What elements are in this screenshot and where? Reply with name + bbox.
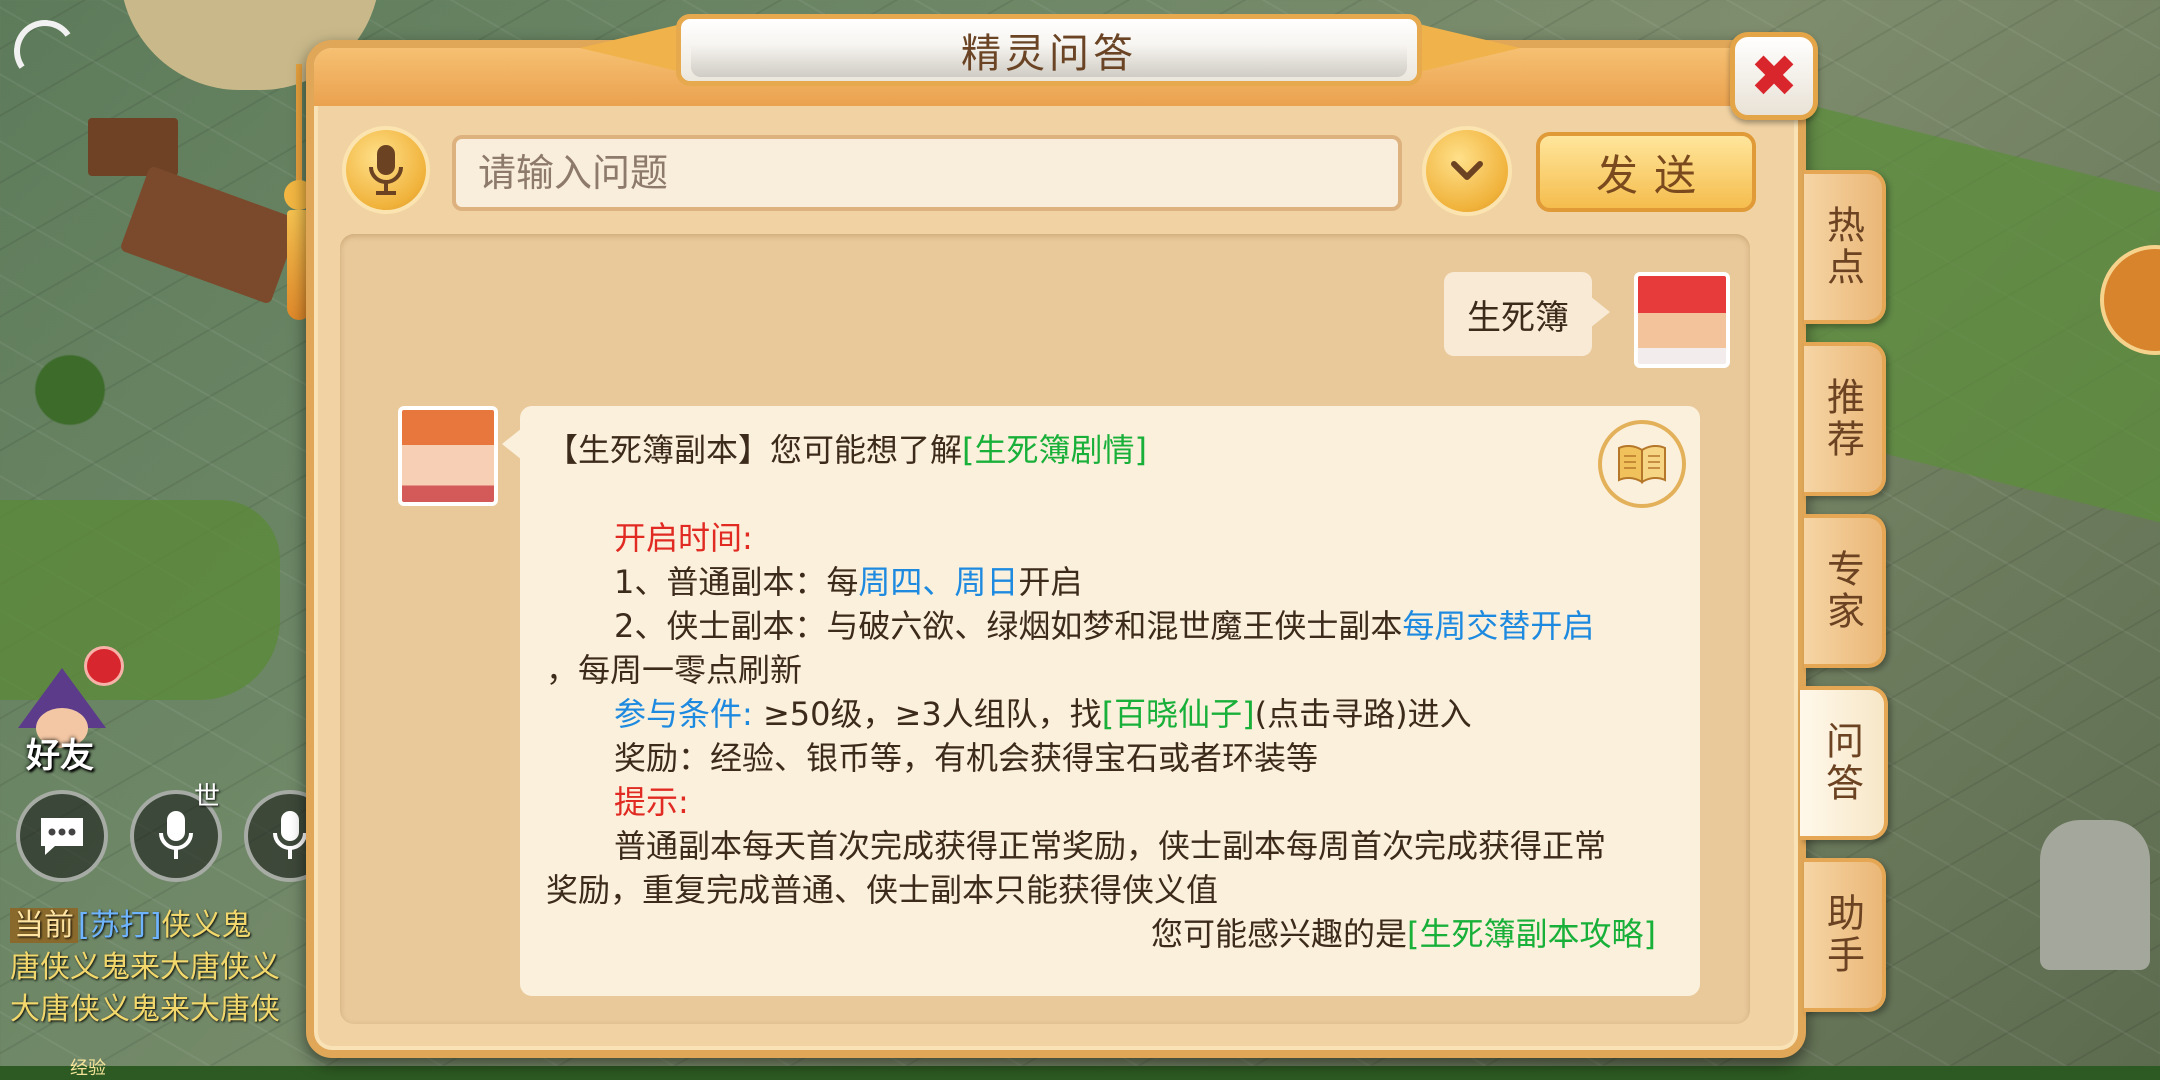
experience-bar <box>0 1066 2160 1080</box>
bubble-tail <box>1590 296 1610 328</box>
world-chat-feed[interactable]: 当前 [苏打]侠义鬼 唐侠义鬼来大唐侠义 大唐侠义鬼来大唐侠 <box>10 905 310 1031</box>
item-highlight: 周四、周日 <box>858 563 1019 601</box>
friend-label: 好友 <box>26 736 94 776</box>
tip-heading: 提示: <box>546 780 1656 824</box>
conditions-label: 参与条件: <box>614 695 753 733</box>
item-text: 2、侠士副本：与破六欲、绿烟如梦和混世魔王侠士副本 <box>614 607 1403 645</box>
history-dropdown-button[interactable] <box>1422 126 1512 216</box>
tab-label: 热点 <box>1820 205 1865 289</box>
chat-button[interactable] <box>16 790 108 882</box>
tip-label: 提示: <box>614 783 689 821</box>
answer-intro: 【生死簿副本】您可能想了解[生死簿剧情] <box>546 428 1656 472</box>
npc-link[interactable]: [百晓仙子] <box>1102 695 1255 733</box>
chat-line: 唐侠义鬼来大唐侠义 <box>10 947 310 989</box>
sprite-avatar <box>398 406 498 506</box>
chat-channel-tag: 当前 <box>10 908 78 943</box>
tab-label: 助手 <box>1820 893 1865 977</box>
tab-assistant[interactable]: 助手 <box>1804 858 1886 1012</box>
conditions-suffix: (点击寻路)进入 <box>1254 695 1472 733</box>
tab-hot[interactable]: 热点 <box>1804 170 1886 324</box>
strategy-guide-link[interactable]: [生死簿副本攻略] <box>1407 915 1656 953</box>
dialog-title-plate: 精灵问答 <box>676 14 1422 86</box>
tab-label: 专家 <box>1820 549 1865 633</box>
answer-content: 【生死簿副本】您可能想了解[生死簿剧情] 开启时间: 1、普通副本：每周四、周日… <box>546 428 1656 956</box>
wooden-bench <box>88 118 178 176</box>
interest-text: 您可能感兴趣的是 <box>1151 915 1408 953</box>
flower-bush <box>10 330 130 430</box>
item-text: 1、普通副本：每 <box>614 563 859 601</box>
world-channel-label: 世 <box>194 782 221 812</box>
answer-item-hero-cont: ，每周一零点刷新 <box>546 648 1656 692</box>
open-time-heading: 开启时间: <box>546 516 1656 560</box>
tab-qa[interactable]: 问答 <box>1800 686 1888 840</box>
tip-text-line: 奖励，重复完成普通、侠士副本只能获得侠义值 <box>546 871 1219 909</box>
item-text: ，每周一零点刷新 <box>546 651 803 689</box>
answer-item-hero: 2、侠士副本：与破六欲、绿烟如梦和混世魔王侠士副本每周交替开启 <box>546 604 1656 648</box>
answer-rewards: 奖励：经验、银币等，有机会获得宝石或者环装等 <box>546 736 1656 780</box>
chat-text: 大唐侠义鬼来大唐侠 <box>10 992 280 1027</box>
question-input[interactable] <box>452 135 1402 211</box>
bubble-tail <box>502 428 522 460</box>
rewards-text: 奖励：经验、银币等，有机会获得宝石或者环装等 <box>614 739 1319 777</box>
tab-label: 问答 <box>1819 721 1864 805</box>
related-topic-link[interactable]: [生死簿剧情] <box>962 431 1147 469</box>
experience-label: 经验 <box>70 1058 106 1079</box>
chat-line: 当前 [苏打]侠义鬼 <box>10 905 310 947</box>
tab-expert[interactable]: 专家 <box>1804 514 1886 668</box>
microphone-icon <box>273 811 307 859</box>
interest-line: 您可能感兴趣的是[生死簿副本攻略] <box>546 912 1656 956</box>
answer-conditions: 参与条件: ≥50级，≥3人组队，找[百晓仙子](点击寻路)进入 <box>546 692 1656 736</box>
microphone-icon <box>159 811 193 859</box>
tab-label: 推荐 <box>1820 377 1865 461</box>
voice-input-button[interactable] <box>342 126 430 214</box>
tip-text-line: 普通副本每天首次完成获得正常奖励，侠士副本每周首次完成获得正常 <box>614 827 1607 865</box>
stone-lion-statue <box>2040 820 2150 970</box>
chat-sender[interactable]: [苏打] <box>78 908 161 943</box>
item-text: 开启 <box>1018 563 1083 601</box>
close-icon: ✖ <box>1749 42 1799 110</box>
dialog-title: 精灵问答 <box>961 31 1137 77</box>
tab-recommend[interactable]: 推荐 <box>1804 342 1886 496</box>
item-highlight: 每周交替开启 <box>1402 607 1595 645</box>
user-avatar <box>1634 272 1730 368</box>
user-message-bubble: 生死簿 <box>1444 272 1592 356</box>
chat-line: 大唐侠义鬼来大唐侠 <box>10 989 310 1031</box>
tip-text-cont: 奖励，重复完成普通、侠士副本只能获得侠义值 <box>546 868 1656 912</box>
chat-text: 唐侠义鬼来大唐侠义 <box>10 950 280 985</box>
microphone-icon <box>369 145 403 195</box>
close-button[interactable]: ✖ <box>1730 32 1818 120</box>
chevron-down-icon <box>1451 161 1483 180</box>
open-time-label: 开启时间: <box>614 519 753 557</box>
chat-text: 侠义鬼 <box>161 908 252 943</box>
answer-item-normal: 1、普通副本：每周四、周日开启 <box>546 560 1656 604</box>
intro-text: 【生死簿副本】您可能想了解 <box>546 431 963 469</box>
notification-dot <box>84 646 124 686</box>
send-button[interactable]: 发送 <box>1536 132 1756 212</box>
conditions-text: ≥50级，≥3人组队，找 <box>752 695 1102 733</box>
chat-bubble-icon <box>41 818 83 855</box>
friend-button[interactable]: 好友 <box>10 646 124 776</box>
tip-text: 普通副本每天首次完成获得正常奖励，侠士副本每周首次完成获得正常 <box>546 824 1656 868</box>
